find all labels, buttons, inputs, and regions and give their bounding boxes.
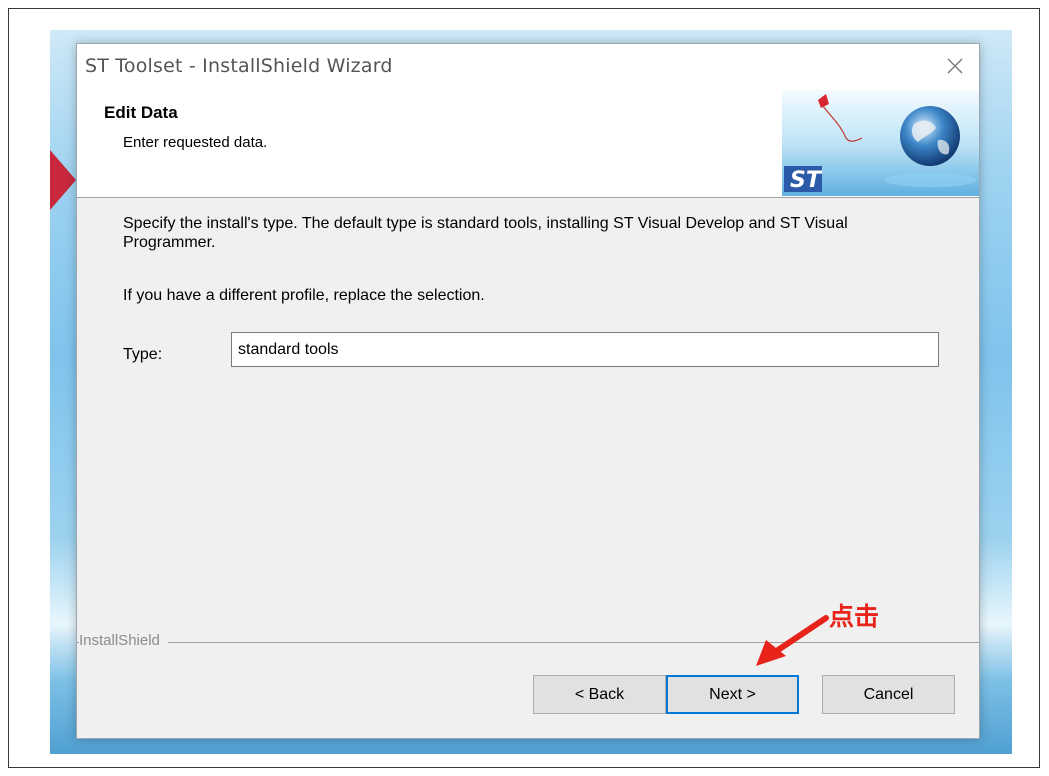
st-logo: ST <box>784 166 823 193</box>
click-annotation-label: 点击 <box>829 602 880 631</box>
close-button[interactable] <box>935 50 975 82</box>
header-subtitle: Enter requested data. <box>123 134 268 151</box>
annotation-arrow-icon <box>756 615 829 666</box>
title-bar[interactable]: ST Toolset - InstallShield Wizard <box>77 44 979 88</box>
installshield-divider <box>77 642 979 643</box>
installshield-brand-label: InstallShield <box>79 632 168 649</box>
close-icon <box>947 58 963 74</box>
install-type-description: Specify the install's type. The default … <box>123 215 848 251</box>
header-banner: ST <box>782 90 979 196</box>
window-title: ST Toolset - InstallShield Wizard <box>85 55 393 77</box>
type-input[interactable] <box>231 332 939 367</box>
wizard-body: Specify the install's type. The default … <box>77 200 979 640</box>
cancel-button[interactable]: Cancel <box>822 675 955 714</box>
svg-text:ST: ST <box>790 168 823 193</box>
installshield-dialog: ST Toolset - InstallShield Wizard Edit D… <box>76 43 980 739</box>
profile-hint: If you have a different profile, replace… <box>123 287 485 304</box>
next-button[interactable]: Next > <box>666 675 799 714</box>
header-title: Edit Data <box>104 103 178 122</box>
type-label: Type: <box>123 346 163 363</box>
back-button[interactable]: < Back <box>533 675 666 714</box>
wallpaper-red-shape <box>50 150 76 210</box>
wizard-header: Edit Data Enter requested data. ST <box>77 88 979 198</box>
